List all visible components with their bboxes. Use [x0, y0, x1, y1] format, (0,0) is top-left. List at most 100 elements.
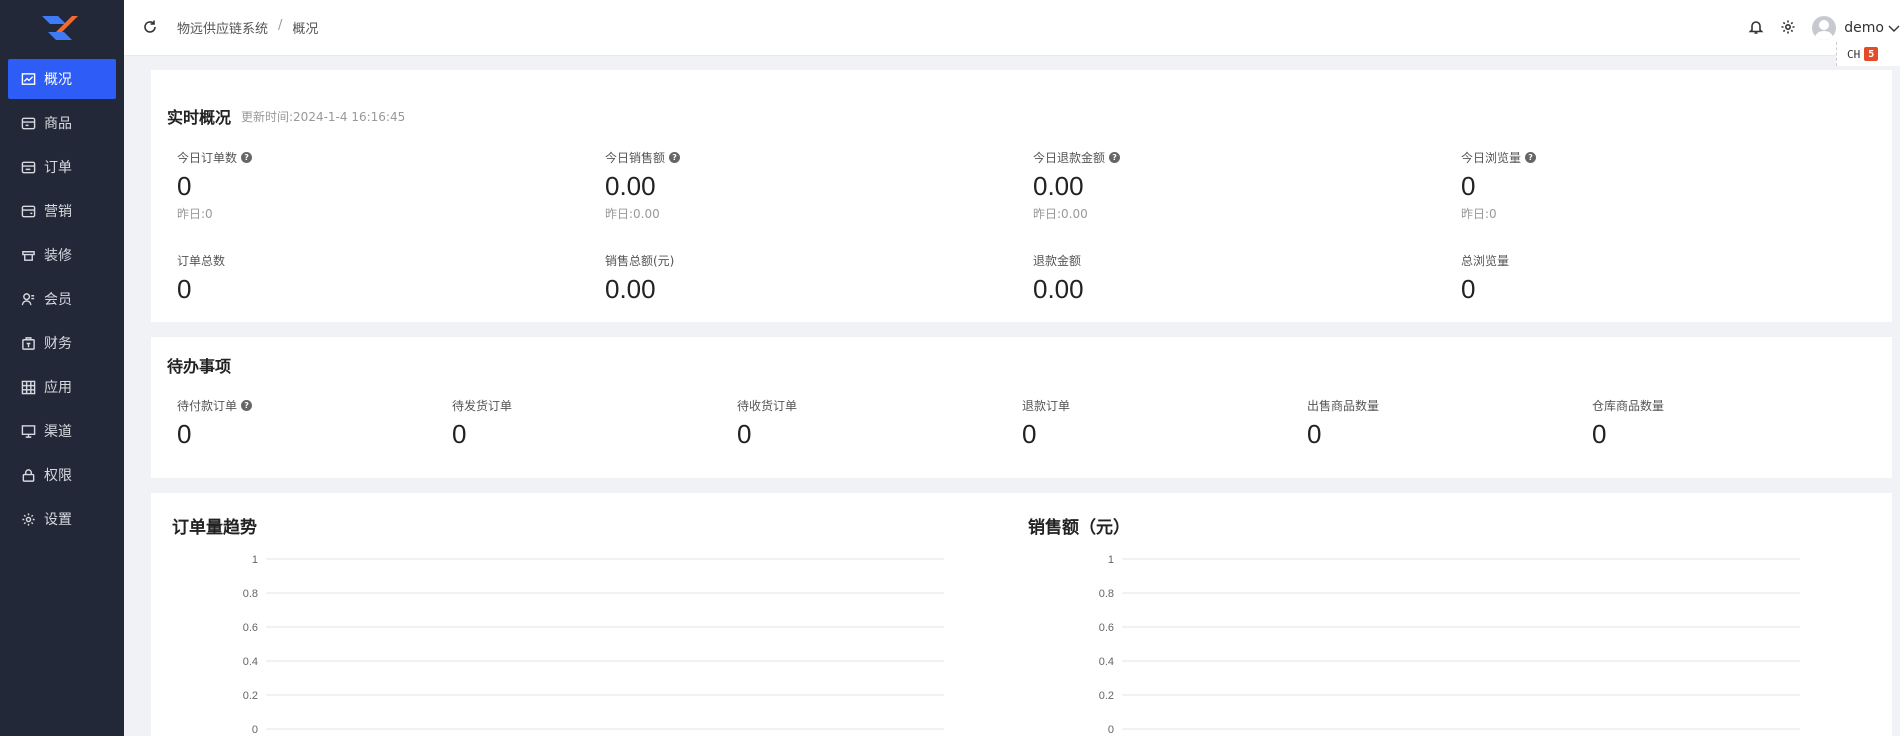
- y-tick-label: 0: [1108, 724, 1114, 736]
- breadcrumb-separator: /: [278, 18, 283, 33]
- stat-value: 0.00: [1033, 171, 1084, 201]
- sidebar-nav: 概况商品订单营销装修会员财务应用渠道权限设置: [0, 59, 124, 543]
- y-tick-label: 0.2: [243, 690, 258, 702]
- stat-yesterday: 昨日:0: [177, 207, 213, 221]
- sidebar-item-10[interactable]: 设置: [0, 499, 124, 539]
- todo-stat[interactable]: 仓库商品数量 0: [1592, 397, 1664, 450]
- stat-yesterday: 昨日:0.00: [605, 207, 660, 221]
- sales-chart-title: 销售额（元）: [1028, 518, 1130, 538]
- today-stat: 今日浏览量? 0 昨日:0: [1461, 149, 1537, 222]
- stat-label: 今日销售额: [605, 151, 666, 165]
- sidebar-item-label: 会员: [44, 292, 72, 308]
- stat-value: 0: [1461, 274, 1476, 304]
- order-trend-title: 订单量趋势: [172, 518, 257, 538]
- y-tick-label: 1: [252, 554, 258, 566]
- stat-label: 退款订单: [1022, 399, 1071, 413]
- y-tick-label: 0.2: [1099, 690, 1114, 702]
- total-stat: 销售总额(元) 0.00: [605, 252, 674, 305]
- y-tick-label: 0.8: [1099, 588, 1114, 600]
- sidebar-item-6[interactable]: 财务: [0, 323, 124, 363]
- sidebar-item-label: 营销: [44, 204, 72, 220]
- language-label: CH: [1847, 47, 1861, 61]
- stat-value: 0: [1592, 419, 1607, 449]
- stat-label: 总浏览量: [1461, 254, 1510, 268]
- todo-stat[interactable]: 待发货订单 0: [452, 397, 512, 450]
- stat-value: 0.00: [605, 171, 656, 201]
- language-switch[interactable]: CH 5: [1836, 42, 1900, 66]
- realtime-title: 实时概况: [167, 108, 232, 127]
- stat-value: 0.00: [1033, 274, 1084, 304]
- stat-label: 出售商品数量: [1307, 399, 1380, 413]
- stat-yesterday: 昨日:0: [1461, 207, 1497, 221]
- sidebar-item-9[interactable]: 权限: [0, 455, 124, 495]
- sidebar-item-label: 商品: [44, 116, 72, 132]
- stat-label: 待收货订单: [737, 399, 798, 413]
- stat-value: 0: [177, 171, 192, 201]
- sidebar-item-0[interactable]: 概况: [8, 59, 116, 99]
- sidebar: 概况商品订单营销装修会员财务应用渠道权限设置: [0, 0, 124, 736]
- order-icon: [20, 159, 36, 175]
- y-tick-label: 1: [1108, 554, 1114, 566]
- y-tick-label: 0.4: [1099, 656, 1114, 668]
- todo-stat[interactable]: 待付款订单? 0: [177, 397, 253, 450]
- bell-icon[interactable]: [1748, 19, 1766, 37]
- sidebar-item-5[interactable]: 会员: [0, 279, 124, 319]
- breadcrumb-item-overview: 概况: [292, 22, 319, 37]
- y-tick-label: 0: [252, 724, 258, 736]
- stat-value: 0: [1307, 419, 1322, 449]
- y-tick-label: 0.8: [243, 588, 258, 600]
- help-icon[interactable]: ?: [1109, 152, 1121, 163]
- sidebar-item-label: 设置: [44, 512, 72, 528]
- today-stat: 今日订单数? 0 昨日:0: [177, 149, 253, 222]
- total-stat: 订单总数 0: [177, 252, 225, 305]
- stat-value: 0: [737, 419, 752, 449]
- channel-icon: [20, 423, 36, 439]
- sidebar-item-label: 应用: [44, 380, 72, 396]
- stat-value: 0: [177, 419, 192, 449]
- decoration-icon: [20, 247, 36, 263]
- sidebar-item-label: 装修: [44, 248, 72, 264]
- help-icon[interactable]: ?: [241, 400, 253, 411]
- app-logo-icon[interactable]: [38, 10, 82, 46]
- sidebar-item-4[interactable]: 装修: [0, 235, 124, 275]
- sidebar-item-1[interactable]: 商品: [0, 103, 124, 143]
- y-tick-label: 0.6: [243, 622, 258, 634]
- stat-label: 待发货订单: [452, 399, 513, 413]
- sidebar-item-2[interactable]: 订单: [0, 147, 124, 187]
- stat-label: 销售总额(元): [605, 254, 675, 268]
- finance-icon: [20, 335, 36, 351]
- sidebar-item-label: 财务: [44, 336, 72, 352]
- todo-stat[interactable]: 退款订单 0: [1022, 397, 1070, 450]
- help-icon[interactable]: ?: [669, 152, 681, 163]
- todo-stat[interactable]: 待收货订单 0: [737, 397, 797, 450]
- todo-panel: 待办事项 待付款订单? 0 待发货订单 0 待收货订单 0 退款订单 0 出售商品数量 …: [151, 337, 1892, 478]
- stat-value: 0: [177, 274, 192, 304]
- goods-icon: [20, 115, 36, 131]
- refresh-icon[interactable]: [142, 19, 158, 35]
- stat-label: 待付款订单: [177, 399, 238, 413]
- sidebar-item-8[interactable]: 渠道: [0, 411, 124, 451]
- chart-line-icon: [20, 71, 36, 87]
- sidebar-item-3[interactable]: 营销: [0, 191, 124, 231]
- gear-icon[interactable]: [1780, 19, 1798, 37]
- stat-yesterday: 昨日:0.00: [1033, 207, 1088, 221]
- top-header: 物远供应链系统 / 概况 demo CH 5: [124, 0, 1900, 66]
- total-stat: 退款金额 0.00: [1033, 252, 1084, 305]
- sidebar-item-label: 权限: [44, 468, 72, 484]
- stat-value: 0.00: [605, 274, 656, 304]
- total-stat: 总浏览量 0: [1461, 252, 1509, 305]
- help-icon[interactable]: ?: [1525, 152, 1537, 163]
- help-icon[interactable]: ?: [241, 152, 253, 163]
- breadcrumb-item-system[interactable]: 物远供应链系统: [177, 18, 268, 37]
- stat-value: 0: [1022, 419, 1037, 449]
- stat-label: 仓库商品数量: [1592, 399, 1665, 413]
- sidebar-item-7[interactable]: 应用: [0, 367, 124, 407]
- sidebar-item-label: 订单: [44, 160, 72, 176]
- stat-label: 订单总数: [177, 254, 226, 268]
- sidebar-item-label: 概况: [44, 72, 72, 88]
- username[interactable]: demo: [1844, 20, 1884, 36]
- stat-label: 今日订单数: [177, 151, 238, 165]
- todo-stat[interactable]: 出售商品数量 0: [1307, 397, 1379, 450]
- chevron-down-icon[interactable]: [1888, 22, 1900, 34]
- avatar[interactable]: [1812, 16, 1837, 40]
